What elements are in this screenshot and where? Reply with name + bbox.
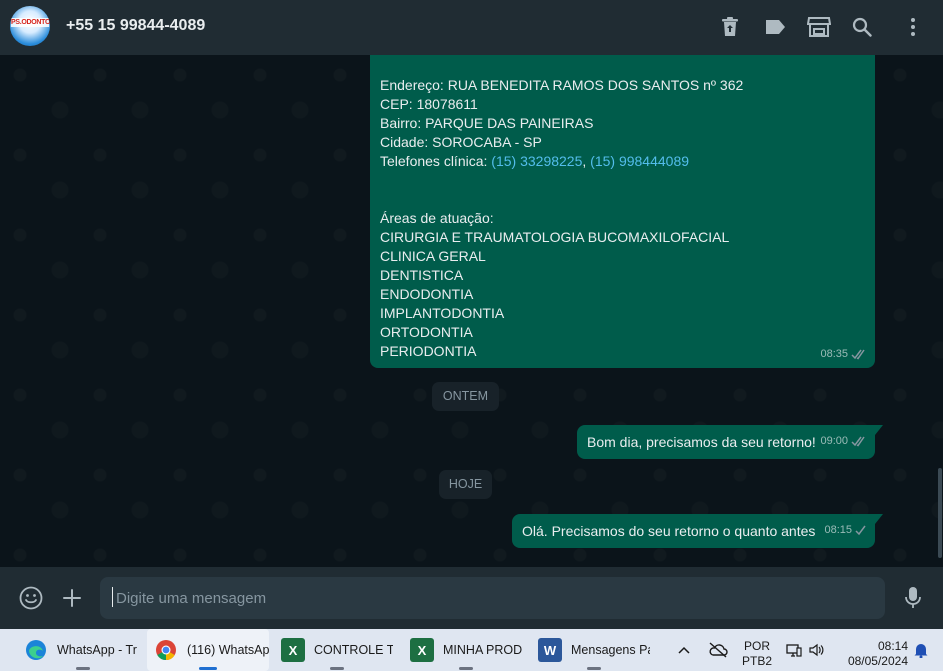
taskbar-item-label: WhatsApp - Tr — [57, 643, 137, 657]
message-line: Bairro: PARQUE DAS PAINEIRAS — [380, 115, 594, 131]
menu-kebab-icon[interactable] — [900, 14, 926, 40]
double-check-read-icon — [851, 349, 865, 360]
message-text: Bom dia, precisamos da seu retorno! — [587, 434, 816, 450]
taskbar-item-chrome-whatsapp[interactable]: (116) WhatsAp — [147, 629, 269, 671]
message-time: 08:15 — [824, 524, 852, 536]
message-line: Cidade: SOROCABA - SP — [380, 134, 542, 150]
area-item: IMPLANTODONTIA — [380, 305, 505, 321]
phones-label: Telefones clínica: — [380, 153, 492, 169]
input-language[interactable]: POR — [742, 639, 772, 654]
message-composer — [0, 567, 943, 629]
bubble-tail — [875, 425, 883, 435]
active-indicator — [199, 667, 217, 670]
windows-taskbar: y WhatsApp - Tr (116) WhatsAp X CONTROLE… — [0, 629, 943, 671]
excel-icon: X — [410, 638, 434, 662]
excel-icon: X — [281, 638, 305, 662]
running-indicator — [587, 667, 601, 670]
outgoing-message[interactable]: Olá. Precisamos do seu retorno o quanto … — [512, 513, 883, 548]
phones-line: Telefones clínica: (15) 33298225, (15) 9… — [380, 152, 865, 171]
message-text: Olá. Precisamos do seu retorno o quanto … — [522, 523, 816, 539]
taskbar-item-label: Mensagens Pa — [571, 643, 650, 657]
taskbar-item-label: (116) WhatsAp — [187, 643, 269, 657]
area-item: CLINICA GERAL — [380, 248, 486, 264]
clock-time[interactable]: 08:14 — [842, 639, 908, 654]
message-meta: 09:00 — [820, 424, 867, 458]
message-line: CEP: 18078611 — [380, 96, 478, 112]
text-caret — [112, 587, 113, 607]
area-item: CIRURGIA E TRAUMATOLOGIA BUCOMAXILOFACIA… — [380, 229, 730, 245]
delete-chat-icon[interactable] — [717, 14, 743, 40]
taskbar-item-excel-controle[interactable]: X CONTROLE TE — [281, 629, 393, 671]
double-check-read-icon — [851, 436, 865, 446]
chat-scrollbar[interactable] — [938, 468, 942, 558]
area-item: PERIODONTIA — [380, 343, 477, 359]
taskbar-item-excel-producao[interactable]: X MINHA PRODI — [410, 629, 522, 671]
running-indicator — [76, 667, 90, 670]
message-line: Endereço: RUA BENEDITA RAMOS DOS SANTOS … — [380, 77, 744, 93]
date-separator-today: HOJE — [439, 470, 492, 499]
attach-plus-icon[interactable] — [58, 584, 86, 612]
search-icon[interactable] — [849, 14, 875, 40]
message-time: 09:00 — [820, 435, 848, 447]
message-meta: 08:35 — [820, 345, 867, 364]
area-item: ORTODONTIA — [380, 324, 473, 340]
areas-title: Áreas de atuação: — [380, 210, 494, 226]
taskbar-item-edge-whatsapp[interactable]: WhatsApp - Tr — [24, 629, 142, 671]
taskbar-item-label: MINHA PRODI — [443, 643, 522, 657]
catalog-store-icon[interactable] — [806, 14, 832, 40]
emoji-icon[interactable] — [17, 584, 45, 612]
single-check-sent-icon — [855, 525, 866, 535]
area-item: DENTISTICA — [380, 267, 464, 283]
chat-header: PS.ODONTO +55 15 99844-4089 — [0, 0, 943, 55]
network-icon[interactable] — [786, 629, 804, 671]
microphone-icon[interactable] — [899, 584, 927, 612]
clinic-info-message[interactable]: Endereço: RUA BENEDITA RAMOS DOS SANTOS … — [370, 55, 875, 368]
area-item: ENDODONTIA — [380, 286, 474, 302]
onedrive-offline-icon[interactable] — [708, 629, 730, 671]
contact-name[interactable]: +55 15 99844-4089 — [66, 17, 205, 35]
word-icon: W — [538, 638, 562, 662]
bubble-tail — [875, 514, 883, 524]
avatar-logo-text: PS.ODONTO — [11, 18, 50, 27]
volume-icon[interactable] — [809, 629, 827, 671]
message-meta: 08:15 — [824, 513, 867, 547]
taskbar-item-label: CONTROLE TE — [314, 643, 393, 657]
outgoing-message[interactable]: Bom dia, precisamos da seu retorno! 09:0… — [577, 424, 883, 459]
running-indicator — [330, 667, 344, 670]
message-input[interactable] — [100, 577, 885, 619]
taskbar-item-word-mensagens[interactable]: W Mensagens Pa — [538, 629, 650, 671]
message-time: 08:35 — [820, 348, 848, 360]
contact-avatar[interactable]: PS.ODONTO — [10, 6, 50, 46]
running-indicator — [459, 667, 473, 670]
taskbar-partial-item[interactable]: y — [0, 629, 8, 671]
date-separator-yesterday: ONTEM — [432, 382, 499, 411]
phone-link-1[interactable]: (15) 33298225 — [491, 153, 582, 169]
clock-date[interactable]: 08/05/2024 — [842, 654, 908, 669]
label-tag-icon[interactable] — [762, 14, 788, 40]
keyboard-layout[interactable]: PTB2 — [742, 654, 772, 669]
show-hidden-icons-chevron-icon[interactable] — [678, 629, 696, 671]
edge-icon — [24, 638, 48, 662]
chat-messages-area[interactable]: Endereço: RUA BENEDITA RAMOS DOS SANTOS … — [0, 55, 943, 567]
notification-bell-icon[interactable] — [914, 629, 930, 671]
chrome-icon — [154, 638, 178, 662]
phone-separator: , — [582, 153, 591, 169]
phone-link-2[interactable]: (15) 998444089 — [590, 153, 689, 169]
